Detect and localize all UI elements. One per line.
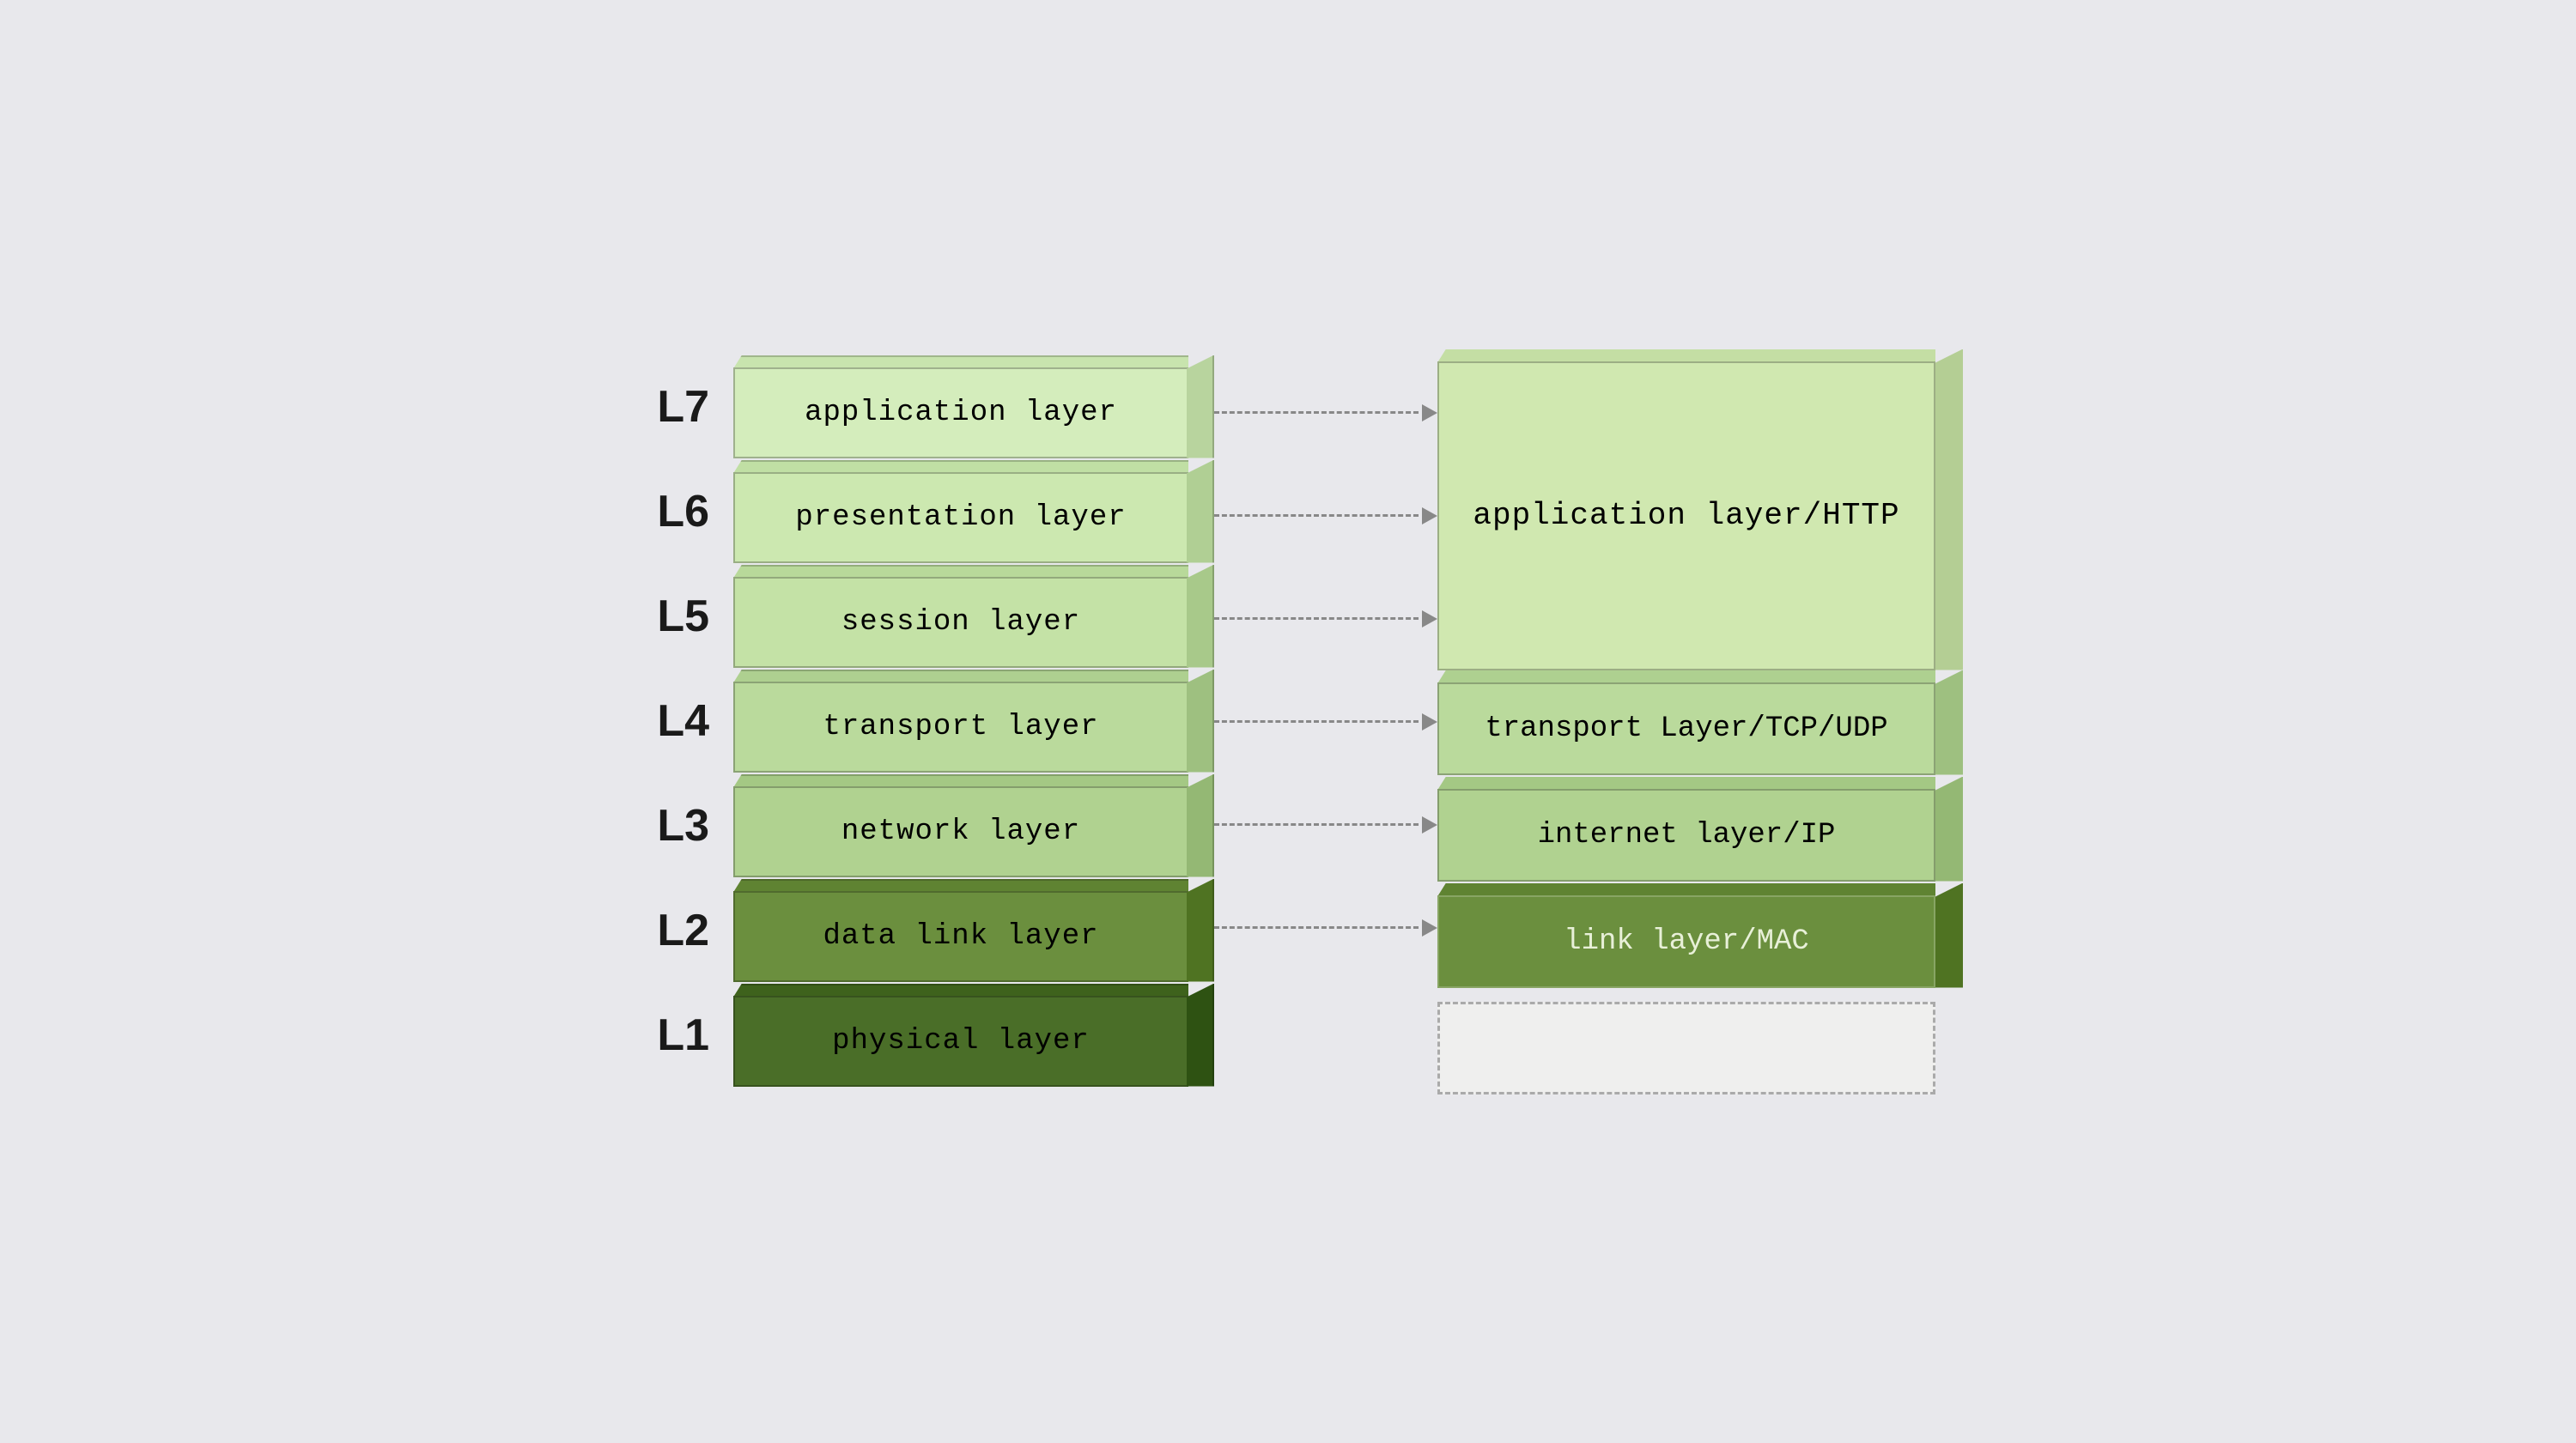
layer-block-l4: transport layer xyxy=(733,670,1214,773)
arrow-head-l2 xyxy=(1422,919,1437,937)
layer-label-l2: L2 xyxy=(613,905,733,956)
layer-block-l6: presentation layer xyxy=(733,460,1214,563)
layer-row-l5: L5 session layer xyxy=(613,565,1214,668)
arrow-l3 xyxy=(1214,773,1437,876)
dashed-line-l3 xyxy=(1214,823,1419,826)
arrow-l6 xyxy=(1214,464,1437,567)
layer-row-l6: L6 presentation layer xyxy=(613,460,1214,563)
layer-side-l4 xyxy=(1187,670,1214,773)
arrow-head-l5 xyxy=(1422,610,1437,628)
layer-front-l2: data link layer xyxy=(733,891,1188,982)
dashed-line-l5 xyxy=(1214,617,1419,620)
dashed-arrow-l6 xyxy=(1214,507,1437,524)
layer-label-l3: L3 xyxy=(613,800,733,852)
layer-block-l7: application layer xyxy=(733,355,1214,458)
dashed-arrow-l3 xyxy=(1214,816,1437,834)
arrow-head-l7 xyxy=(1422,404,1437,421)
arrow-head-l6 xyxy=(1422,507,1437,524)
layer-front-l1: physical layer xyxy=(733,996,1188,1087)
arrow-l2 xyxy=(1214,876,1437,979)
dashed-arrow-l4 xyxy=(1214,713,1437,731)
left-osi-stack: L7 application layer L6 presentation lay… xyxy=(613,355,1214,1088)
arrow-head-l3 xyxy=(1422,816,1437,834)
right-link-front: link layer/MAC xyxy=(1437,895,1935,988)
right-app-side xyxy=(1935,349,1963,670)
arrow-l5 xyxy=(1214,567,1437,670)
arrow-l1-empty xyxy=(1214,979,1437,1082)
layer-block-l1: physical layer xyxy=(733,984,1214,1087)
dashed-line-l7 xyxy=(1214,411,1419,414)
dashed-arrow-l7 xyxy=(1214,404,1437,421)
arrow-l7 xyxy=(1214,361,1437,464)
layer-front-l5: session layer xyxy=(733,577,1188,668)
right-block-transport: transport Layer/TCP/UDP xyxy=(1437,670,1963,775)
layer-block-l5: session layer xyxy=(733,565,1214,668)
right-transport-front: transport Layer/TCP/UDP xyxy=(1437,682,1935,775)
layer-front-l4: transport layer xyxy=(733,682,1188,773)
right-block-app: application layer/HTTP xyxy=(1437,349,1963,670)
arrow-l4 xyxy=(1214,670,1437,773)
layer-block-l3: network layer xyxy=(733,774,1214,877)
right-transport-side xyxy=(1935,670,1963,775)
right-empty-front xyxy=(1437,1002,1935,1094)
dashed-arrow-l5 xyxy=(1214,610,1437,628)
right-tcp-stack: application layer/HTTP transport Layer/T… xyxy=(1437,349,1963,1094)
right-block-link: link layer/MAC xyxy=(1437,883,1963,988)
layer-block-l2: data link layer xyxy=(733,879,1214,982)
layer-row-l2: L2 data link layer xyxy=(613,879,1214,982)
arrow-head-l4 xyxy=(1422,713,1437,731)
dashed-line-l2 xyxy=(1214,926,1419,929)
right-block-internet: internet layer/IP xyxy=(1437,777,1963,882)
right-block-empty xyxy=(1437,990,1963,1094)
layer-front-l6: presentation layer xyxy=(733,472,1188,563)
layer-row-l3: L3 network layer xyxy=(613,774,1214,877)
layer-row-l4: L4 transport layer xyxy=(613,670,1214,773)
layer-label-l4: L4 xyxy=(613,695,733,747)
layer-label-l1: L1 xyxy=(613,1009,733,1061)
right-internet-side xyxy=(1935,777,1963,882)
layer-label-l6: L6 xyxy=(613,486,733,537)
right-app-front: application layer/HTTP xyxy=(1437,361,1935,670)
dashed-line-l6 xyxy=(1214,514,1419,517)
layer-label-l5: L5 xyxy=(613,591,733,642)
layer-front-l7: application layer xyxy=(733,367,1188,458)
layer-side-l2 xyxy=(1187,879,1214,982)
layer-side-l3 xyxy=(1187,774,1214,877)
layer-label-l7: L7 xyxy=(613,381,733,433)
right-internet-front: internet layer/IP xyxy=(1437,789,1935,882)
layer-row-l7: L7 application layer xyxy=(613,355,1214,458)
layer-front-l3: network layer xyxy=(733,786,1188,877)
layer-side-l6 xyxy=(1187,460,1214,563)
right-link-side xyxy=(1935,883,1963,988)
arrows-column xyxy=(1214,361,1437,1082)
layer-row-l1: L1 physical layer xyxy=(613,984,1214,1087)
osi-diagram: L7 application layer L6 presentation lay… xyxy=(613,349,1963,1094)
dashed-arrow-l2 xyxy=(1214,919,1437,937)
dashed-line-l4 xyxy=(1214,720,1419,723)
layer-side-l7 xyxy=(1187,355,1214,458)
layer-side-l5 xyxy=(1187,565,1214,668)
layer-side-l1 xyxy=(1187,984,1214,1087)
